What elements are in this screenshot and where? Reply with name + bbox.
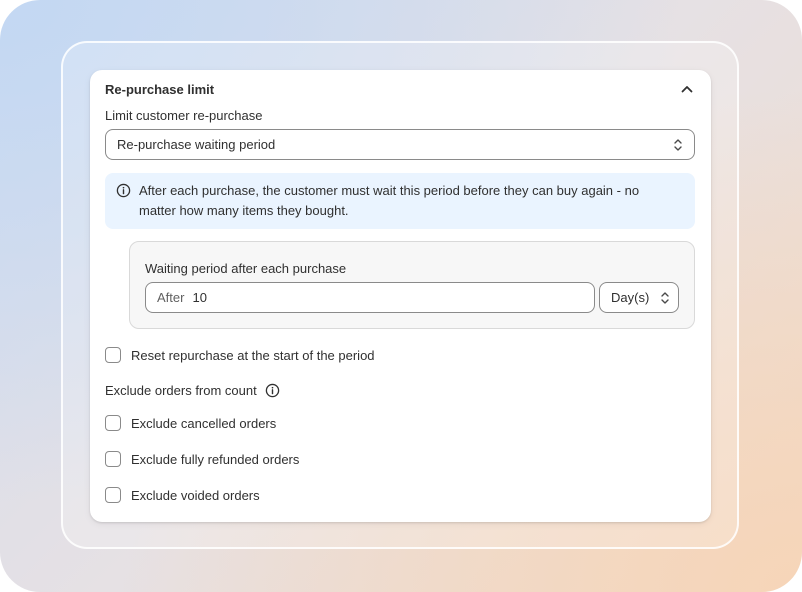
- waiting-period-value: 10: [192, 290, 207, 305]
- exclude-cancelled-label: Exclude cancelled orders: [131, 415, 277, 431]
- exclude-voided-option[interactable]: Exclude voided orders: [105, 487, 260, 503]
- limit-label: Limit customer re-purchase: [105, 108, 263, 123]
- exclude-voided-checkbox[interactable]: [105, 487, 121, 503]
- exclude-voided-label: Exclude voided orders: [131, 487, 260, 503]
- reset-repurchase-option[interactable]: Reset repurchase at the start of the per…: [105, 347, 375, 363]
- waiting-period-prefix: After: [157, 290, 185, 305]
- repurchase-limit-card: Re-purchase limit Limit customer re-purc…: [90, 70, 711, 522]
- exclude-refunded-checkbox[interactable]: [105, 451, 121, 467]
- waiting-period-box: Waiting period after each purchase After…: [129, 241, 695, 329]
- period-unit-value: Day(s): [611, 290, 650, 305]
- banner-text: After each purchase, the customer must w…: [139, 183, 640, 218]
- reset-repurchase-label: Reset repurchase at the start of the per…: [131, 347, 375, 363]
- exclude-info-button[interactable]: [265, 383, 280, 398]
- collapse-button[interactable]: [677, 79, 697, 99]
- exclude-orders-heading: Exclude orders from count: [105, 383, 280, 398]
- select-arrows-icon: [661, 291, 669, 304]
- info-banner: After each purchase, the customer must w…: [105, 173, 695, 229]
- exclude-refunded-option[interactable]: Exclude fully refunded orders: [105, 451, 299, 467]
- exclude-orders-label: Exclude orders from count: [105, 383, 257, 398]
- card-title: Re-purchase limit: [105, 81, 215, 97]
- waiting-period-input[interactable]: After 10: [145, 282, 595, 313]
- exclude-refunded-label: Exclude fully refunded orders: [131, 451, 300, 467]
- select-arrows-icon: [674, 138, 682, 151]
- reset-repurchase-checkbox[interactable]: [105, 347, 121, 363]
- chevron-up-icon: [681, 86, 693, 93]
- limit-select[interactable]: Re-purchase waiting period: [105, 129, 695, 160]
- waiting-period-label: Waiting period after each purchase: [145, 261, 347, 276]
- exclude-cancelled-option[interactable]: Exclude cancelled orders: [105, 415, 276, 431]
- info-icon: [265, 383, 279, 398]
- exclude-cancelled-checkbox[interactable]: [105, 415, 121, 431]
- limit-select-value: Re-purchase waiting period: [117, 137, 276, 152]
- card-header[interactable]: Re-purchase limit: [105, 76, 697, 102]
- period-unit-select[interactable]: Day(s): [599, 282, 679, 313]
- info-icon: [116, 183, 131, 198]
